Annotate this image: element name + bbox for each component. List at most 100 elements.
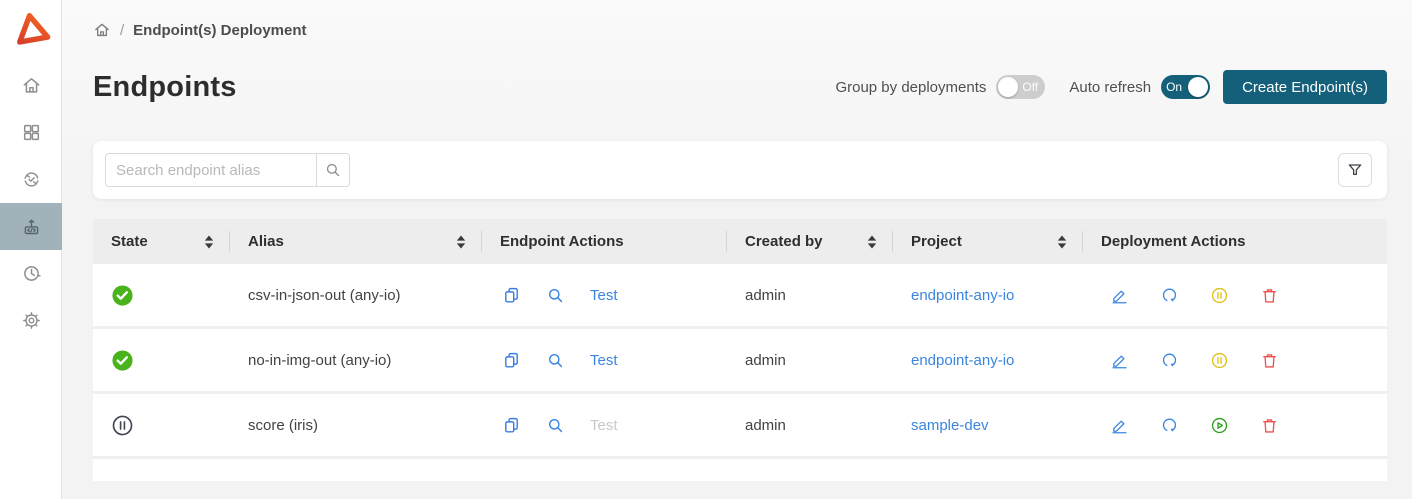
test-link[interactable]: Test [590, 352, 618, 369]
project-link[interactable]: endpoint-any-io [911, 352, 1014, 369]
pause-deployment-button[interactable] [1210, 286, 1229, 305]
edit-pencil-icon [1110, 351, 1129, 370]
breadcrumb-current: Endpoint(s) Deployment [133, 22, 306, 39]
edit-pencil-icon [1110, 286, 1129, 305]
app-window: / Endpoint(s) Deployment Endpoints Group… [0, 0, 1412, 499]
trash-icon [1260, 351, 1279, 370]
search-icon [546, 351, 565, 370]
copy-icon [502, 286, 521, 305]
play-circle-icon [1210, 416, 1229, 435]
endpoint-alias: csv-in-json-out (any-io) [248, 287, 401, 304]
delete-deployment-button[interactable] [1260, 351, 1279, 370]
restart-deployment-button[interactable] [1160, 351, 1179, 370]
sidebar [0, 0, 62, 499]
sidebar-item-history[interactable] [0, 250, 62, 297]
toggle-knob [998, 77, 1018, 97]
toggle-state-label: Off [1022, 80, 1038, 94]
edit-pencil-icon [1110, 416, 1129, 435]
breadcrumb-home-link[interactable] [93, 21, 111, 39]
toggle-knob [1188, 77, 1208, 97]
test-link[interactable]: Test [590, 417, 618, 434]
created-by-value: admin [745, 287, 786, 304]
delete-deployment-button[interactable] [1260, 416, 1279, 435]
sort-icon[interactable] [456, 235, 466, 249]
pause-circle-icon [1210, 286, 1229, 305]
pause-circle-icon [1210, 351, 1229, 370]
sort-icon[interactable] [867, 235, 877, 249]
page-header: Endpoints Group by deployments Off Auto … [93, 70, 1387, 104]
copy-icon [502, 416, 521, 435]
clock-icon [21, 263, 42, 284]
column-header-endpoint-actions: Endpoint Actions [482, 219, 727, 264]
endpoints-table: State Alias Endpoint Actions Created by [93, 219, 1387, 481]
state-badge [111, 349, 134, 372]
search-button[interactable] [316, 154, 349, 186]
auto-refresh-label: Auto refresh [1069, 79, 1151, 96]
search-group [105, 153, 350, 187]
sidebar-item-settings[interactable] [0, 297, 62, 344]
edit-deployment-button[interactable] [1110, 416, 1129, 435]
column-header-state: State [93, 219, 230, 264]
copy-endpoint-button[interactable] [502, 416, 521, 435]
state-paused-icon [111, 414, 134, 437]
play-deployment-button[interactable] [1210, 416, 1229, 435]
column-header-project: Project [893, 219, 1083, 264]
copy-endpoint-button[interactable] [502, 351, 521, 370]
home-icon [93, 21, 111, 39]
app-logo[interactable] [0, 0, 62, 52]
toggle-state-label: On [1166, 80, 1182, 94]
column-header-alias: Alias [230, 219, 482, 264]
inspect-endpoint-button[interactable] [546, 286, 565, 305]
mlrun-logo-icon [11, 9, 51, 49]
sort-icon[interactable] [204, 235, 214, 249]
inspect-endpoint-button[interactable] [546, 351, 565, 370]
trash-icon [1260, 286, 1279, 305]
deploy-icon [21, 216, 42, 237]
create-endpoints-button[interactable]: Create Endpoint(s) [1223, 70, 1387, 104]
pause-deployment-button[interactable] [1210, 351, 1229, 370]
table-row: no-in-img-out (any-io) Test admin endpoi… [93, 329, 1387, 394]
table-header: State Alias Endpoint Actions Created by [93, 219, 1387, 264]
project-link[interactable]: endpoint-any-io [911, 287, 1014, 304]
gear-icon [21, 310, 42, 331]
edit-deployment-button[interactable] [1110, 351, 1129, 370]
copy-endpoint-button[interactable] [502, 286, 521, 305]
search-icon [324, 161, 342, 179]
sidebar-item-home[interactable] [0, 62, 62, 109]
delete-deployment-button[interactable] [1260, 286, 1279, 305]
state-running-icon [111, 284, 134, 307]
header-controls: Group by deployments Off Auto refresh On… [835, 70, 1387, 104]
table-body: csv-in-json-out (any-io) Test admin endp… [93, 264, 1387, 459]
restart-icon [1160, 416, 1179, 435]
group-by-toggle[interactable]: Off [996, 75, 1045, 99]
filter-button[interactable] [1338, 153, 1372, 187]
test-link[interactable]: Test [590, 287, 618, 304]
sidebar-item-projects[interactable] [0, 109, 62, 156]
state-badge [111, 414, 134, 437]
sidebar-item-deployments[interactable] [0, 203, 62, 250]
restart-deployment-button[interactable] [1160, 286, 1179, 305]
edit-deployment-button[interactable] [1110, 286, 1129, 305]
project-link[interactable]: sample-dev [911, 417, 989, 434]
breadcrumb-separator: / [120, 22, 124, 39]
inspect-endpoint-button[interactable] [546, 416, 565, 435]
auto-refresh-toggle[interactable]: On [1161, 75, 1210, 99]
created-by-value: admin [745, 352, 786, 369]
state-running-icon [111, 349, 134, 372]
created-by-value: admin [745, 417, 786, 434]
sidebar-item-pipelines[interactable] [0, 156, 62, 203]
search-icon [546, 416, 565, 435]
sync-check-icon [21, 169, 42, 190]
search-icon [546, 286, 565, 305]
group-by-label: Group by deployments [835, 79, 986, 96]
table-row: csv-in-json-out (any-io) Test admin endp… [93, 264, 1387, 329]
sort-icon[interactable] [1057, 235, 1067, 249]
search-input[interactable] [106, 154, 316, 186]
endpoint-alias: no-in-img-out (any-io) [248, 352, 391, 369]
grid-icon [21, 122, 42, 143]
state-badge [111, 284, 134, 307]
restart-deployment-button[interactable] [1160, 416, 1179, 435]
copy-icon [502, 351, 521, 370]
main-content: / Endpoint(s) Deployment Endpoints Group… [62, 0, 1412, 499]
endpoint-alias: score (iris) [248, 417, 318, 434]
